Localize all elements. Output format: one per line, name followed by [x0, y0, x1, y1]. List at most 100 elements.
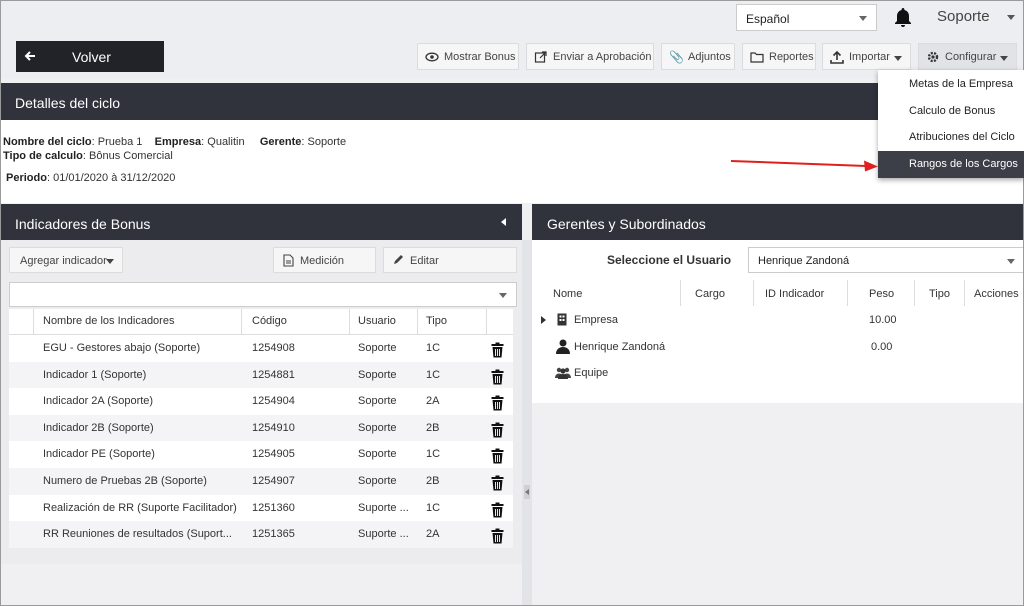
tree-row-weight: 10.00 [869, 314, 897, 326]
send-icon [534, 50, 548, 64]
select-user-label: Seleccione el Usuario [607, 253, 732, 267]
indicator-type-cell: 2B [426, 475, 440, 487]
indicators-title: Indicadores de Bonus [15, 216, 151, 232]
trash-icon[interactable] [491, 342, 504, 358]
indicator-type-cell: 2A [426, 395, 440, 408]
col-weight[interactable]: Peso [869, 288, 894, 300]
import-button[interactable]: Importar [822, 43, 911, 70]
manager-value: Soporte [307, 136, 347, 148]
configure-button[interactable]: Configurar [918, 43, 1017, 70]
trash-icon[interactable] [491, 528, 504, 544]
indicator-type-cell: 2B [426, 421, 440, 434]
user-select[interactable]: Henrique Zandoná [748, 247, 1024, 273]
table-row[interactable]: EGU - Gestores abajo (Soporte) 1254908 Sop… [9, 335, 513, 362]
menu-item-cycle-assignments[interactable]: Atribuciones del Ciclo [878, 124, 1024, 151]
table-row[interactable]: Indicador 2A (Soporte) 1254904 Soporte 2A [9, 388, 513, 416]
indicator-type-cell: 1C [426, 501, 441, 514]
tree-row-label: Henrique Zandoná [574, 341, 666, 353]
col-user[interactable]: Usuario [358, 315, 396, 327]
indicator-name-cell: Indicador 2B (Soporte) [43, 421, 154, 434]
column-divider [349, 309, 350, 335]
tree-row-weight: 0.00 [871, 341, 893, 353]
indicator-user-cell: Suporte ... [358, 501, 409, 514]
show-bonus-button[interactable]: Mostrar Bonus [417, 43, 519, 70]
indicator-user-cell: Soporte [358, 475, 397, 487]
measurement-label: Medición [300, 255, 345, 267]
user-menu[interactable]: Soporte [937, 8, 990, 25]
col-kind[interactable]: Tipo [929, 288, 950, 300]
indicator-name-cell: Numero de Pruebas 2B (Soporte) [43, 475, 207, 487]
measurement-button[interactable]: Medición [273, 247, 376, 273]
col-position[interactable]: Cargo [695, 288, 725, 300]
managers-title: Gerentes y Subordinados [547, 216, 706, 232]
table-row[interactable]: Realización de RR (Suporte Facilitador) 1… [9, 494, 513, 522]
add-indicator-button[interactable]: Agregar indicador [9, 247, 123, 273]
import-label: Importar [849, 51, 890, 63]
table-row[interactable]: RR Reuniones de resultados (Suport... 125… [9, 521, 513, 549]
reports-button[interactable]: Reportes [742, 43, 816, 70]
indicator-user-cell: Soporte [358, 368, 397, 381]
indicator-filter-select[interactable] [9, 282, 517, 307]
panel-splitter[interactable] [522, 240, 532, 606]
gear-icon [926, 50, 940, 64]
chevron-down-icon [106, 259, 114, 264]
trash-icon[interactable] [491, 475, 504, 491]
expand-arrow-icon[interactable] [541, 316, 546, 324]
bell-icon[interactable] [891, 6, 915, 30]
trash-icon[interactable] [491, 422, 504, 438]
menu-item-company-goals[interactable]: Metas de la Empresa [878, 71, 1024, 98]
user-chevron-down-icon[interactable] [1007, 15, 1015, 20]
indicator-code-cell: 1254904 [252, 395, 295, 408]
col-indicator-id[interactable]: ID Indicador [765, 288, 824, 300]
edit-button[interactable]: Editar [383, 247, 517, 273]
eye-icon [425, 50, 439, 64]
trash-icon[interactable] [491, 395, 504, 411]
configure-menu: Metas de la Empresa Calculo de Bonus Atr… [878, 70, 1024, 178]
table-row[interactable]: Indicador 2B (Soporte) 1254910 Soporte 2B [9, 414, 513, 442]
column-divider [417, 309, 418, 335]
col-name[interactable]: Nome [553, 288, 582, 300]
trash-icon[interactable] [491, 369, 504, 385]
indicator-code-cell: 1254907 [252, 475, 295, 487]
menu-item-position-ranges[interactable]: Rangos de los Cargos [878, 151, 1024, 178]
company-label: Empresa [154, 136, 202, 148]
collapse-left-icon[interactable] [501, 218, 506, 226]
indicator-name-cell: Indicador 2A (Soporte) [43, 395, 154, 408]
trash-icon[interactable] [491, 502, 504, 518]
col-type[interactable]: Tipo [426, 315, 447, 327]
table-row[interactable]: Numero de Pruebas 2B (Soporte) 1254907 Sop… [9, 468, 513, 495]
splitter-handle[interactable] [524, 485, 530, 499]
indicator-user-cell: Soporte [358, 421, 397, 434]
menu-item-bonus-calculation[interactable]: Calculo de Bonus [878, 98, 1024, 125]
back-button[interactable]: Volver [16, 41, 164, 72]
send-approval-button[interactable]: Enviar a Aprobación [526, 43, 654, 70]
col-code[interactable]: Código [252, 315, 287, 327]
calc-type-label: Tipo de calculo [3, 150, 83, 162]
paperclip-icon: 📎 [669, 50, 684, 64]
indicator-type-cell: 2A [426, 528, 440, 541]
indicator-name-cell: RR Reuniones de resultados (Suport... [43, 528, 232, 541]
chevron-down-icon [1007, 259, 1015, 264]
attachments-button[interactable]: 📎 Adjuntos [661, 43, 735, 70]
upload-icon [830, 50, 844, 64]
col-indicator-name[interactable]: Nombre de los Indicadores [43, 315, 174, 327]
col-actions[interactable]: Acciones [974, 288, 1019, 300]
table-header: Nombre de los Indicadores Código Usuario… [9, 309, 513, 335]
indicator-user-cell: Soporte [358, 395, 397, 408]
configure-label: Configurar [945, 51, 997, 63]
table-row[interactable]: Indicador 1 (Soporte) 1254881 Soporte 1C [9, 361, 513, 389]
company-value: Qualitin [207, 136, 245, 148]
language-select[interactable]: Español [736, 4, 877, 31]
indicator-code-cell: 1254905 [252, 448, 295, 461]
column-divider [847, 280, 848, 306]
cycle-name-value: Prueba 1 [97, 136, 143, 148]
indicator-code-cell: 1254881 [252, 368, 295, 381]
tree-row-label: Equipe [574, 367, 609, 379]
column-divider [486, 309, 487, 335]
indicator-type-cell: 1C [426, 342, 441, 354]
indicator-user-cell: Soporte [358, 342, 397, 354]
trash-icon[interactable] [491, 448, 504, 464]
collapse-arrow-icon [525, 489, 529, 495]
table-row[interactable]: Indicador PE (Soporte) 1254905 Soporte 1C [9, 441, 513, 469]
pencil-icon [392, 254, 404, 269]
